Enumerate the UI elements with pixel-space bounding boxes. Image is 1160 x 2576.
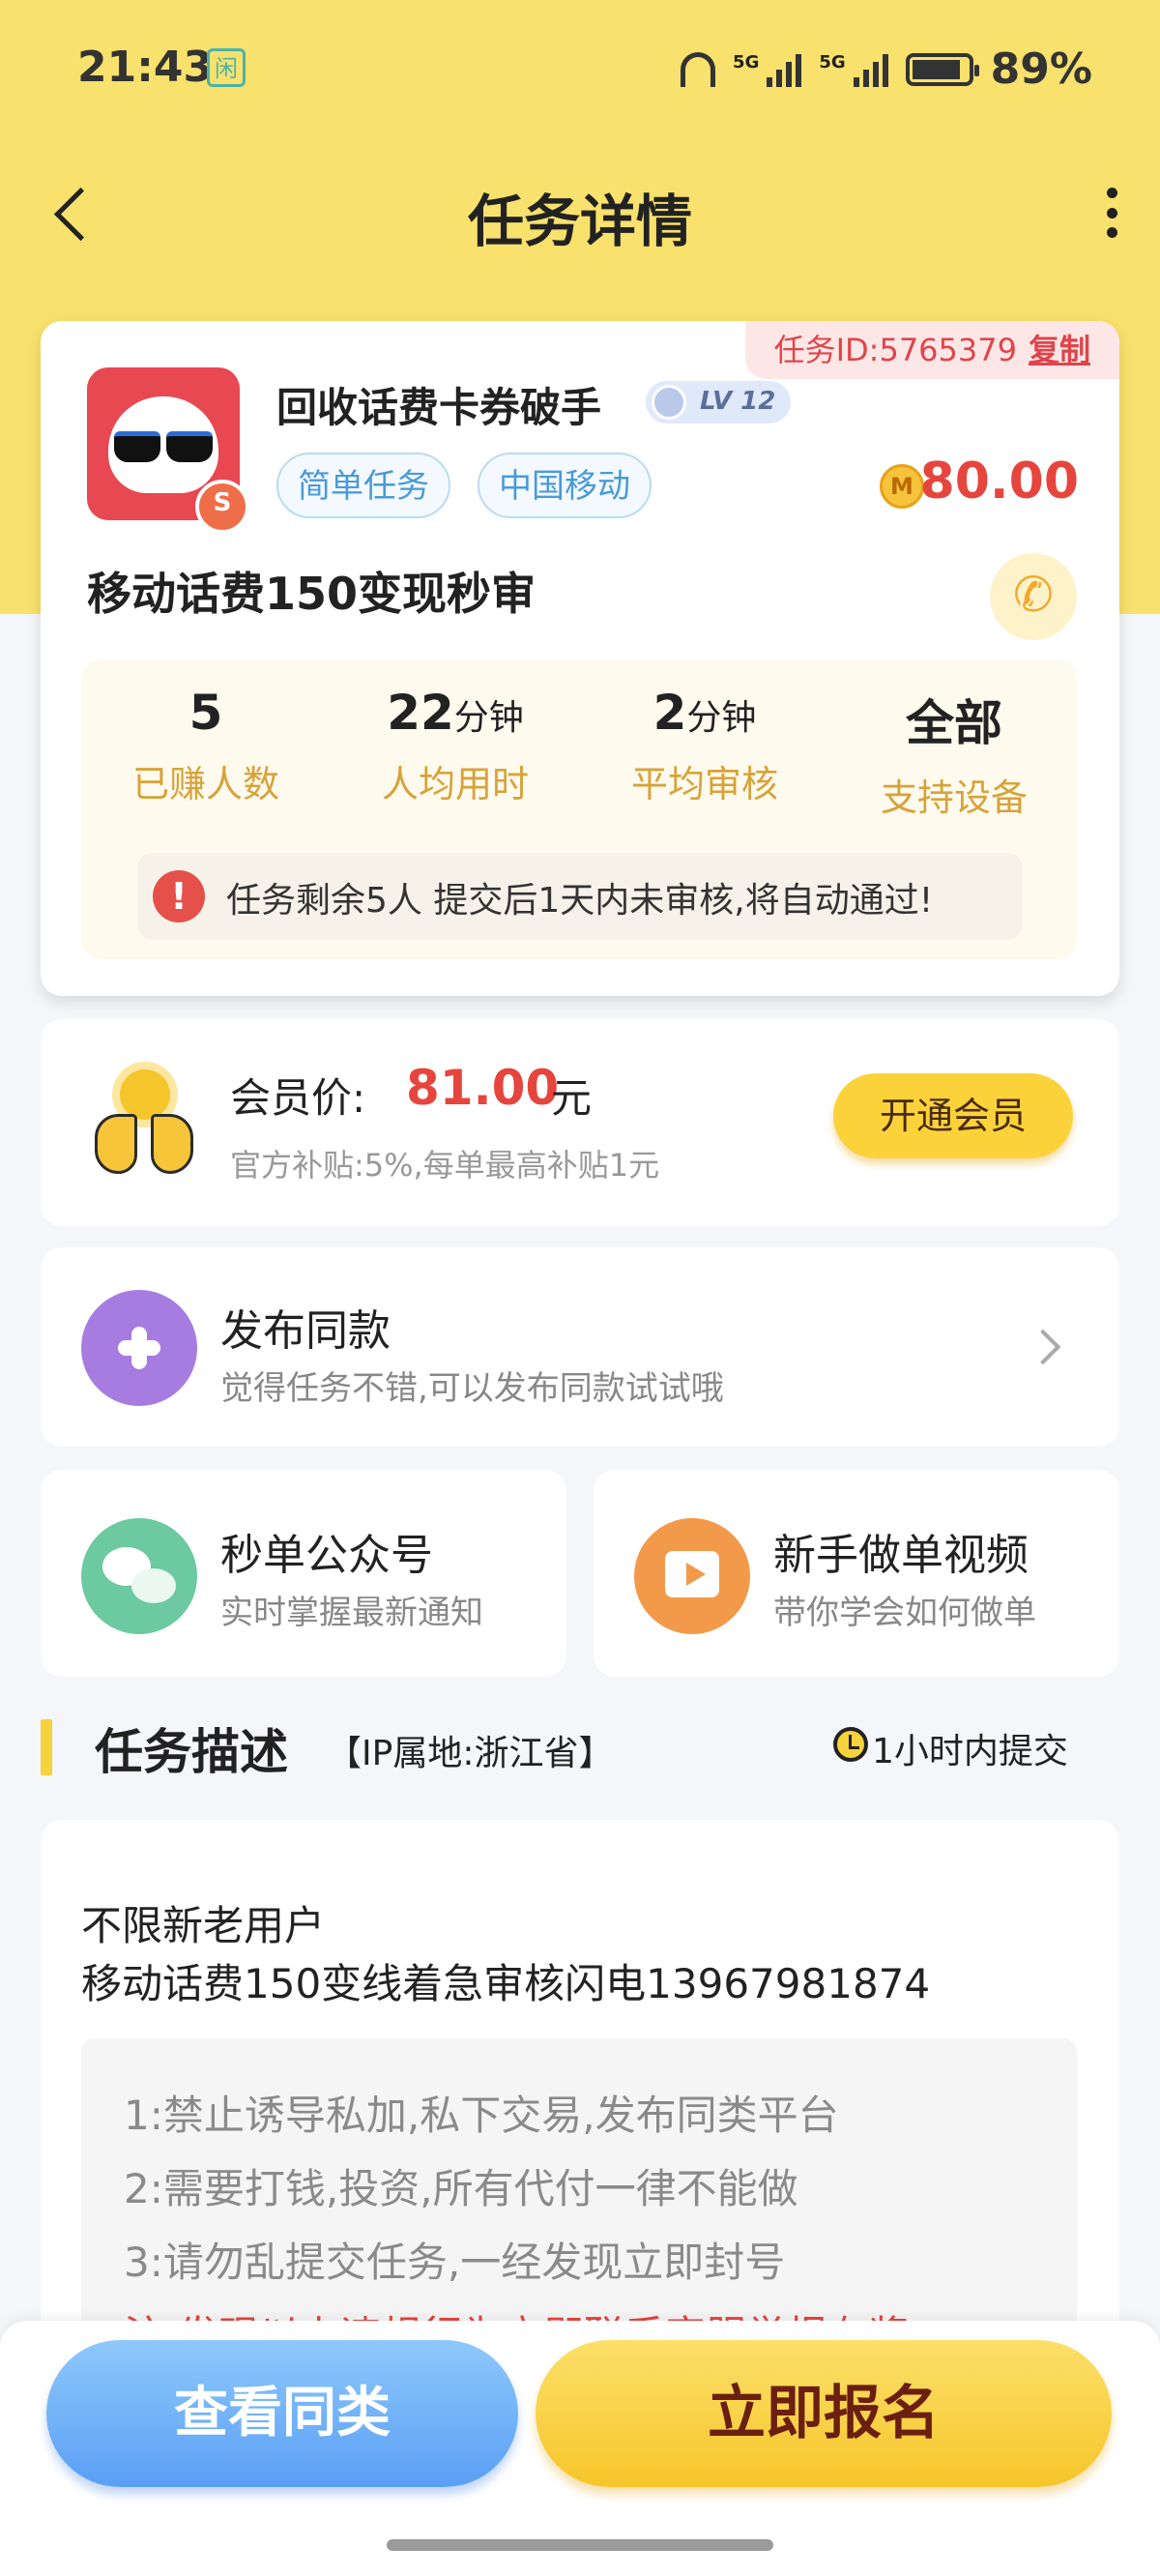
wechat-official-account-card[interactable]: 秒单公众号 实时掌握最新通知 — [41, 1470, 566, 1677]
shop-name: 回收话费卡券破手 — [276, 384, 602, 431]
verified-shop-icon: S — [195, 480, 249, 534]
wechat-subtitle: 实时掌握最新通知 — [220, 1594, 483, 1632]
section-title: 任务描述 — [95, 1724, 288, 1780]
subsidy-hands-icon — [91, 1069, 197, 1176]
status-bar: 21:43 闲 5G 5G 89% — [0, 0, 1160, 145]
chevron-right-icon — [1025, 1329, 1061, 1365]
navigation-bar: 任务详情 — [0, 164, 1160, 261]
wechat-title: 秒单公众号 — [220, 1531, 433, 1580]
wechat-icon — [81, 1518, 197, 1634]
clock-icon — [833, 1727, 868, 1762]
task-title: 移动话费150变现秒审 — [87, 568, 536, 620]
rules-box: 1:禁止诱导私加,私下交易,发布同类平台 2:需要打钱,投资,所有代付一律不能做… — [81, 2038, 1077, 2361]
submit-deadline: 1小时内提交 — [872, 1732, 1068, 1771]
headphone-icon — [681, 51, 716, 87]
medal-icon — [652, 385, 686, 420]
task-summary-card: 任务ID:5765379 复制 S 回收话费卡券破手 LV 12 简单任务 中国移… — [41, 321, 1119, 996]
bottom-action-bar: 查看同类 立即报名 — [0, 2321, 1160, 2576]
page-title: 任务详情 — [467, 189, 692, 254]
signal-icon-2: 5G — [819, 52, 888, 87]
rule-item: 1:禁止诱导私加,私下交易,发布同类平台 — [124, 2092, 839, 2139]
publish-title: 发布同款 — [220, 1306, 391, 1356]
signal-icon-1: 5G — [733, 52, 802, 87]
view-similar-button[interactable]: 查看同类 — [46, 2340, 518, 2487]
member-subsidy-text: 官方补贴:5%,每单最高补贴1元 — [230, 1147, 660, 1184]
task-id: 任务ID:5765379 复制 — [744, 321, 1119, 379]
stat-devices: 全部 支持设备 — [880, 695, 1028, 819]
member-price-label: 会员价: — [230, 1074, 366, 1122]
level-text: LV 12 — [700, 387, 776, 416]
task-description-header: 任务描述 【IP属地:浙江省】 1小时内提交 — [0, 1713, 1160, 1781]
battery-icon — [905, 52, 979, 86]
task-notice: ! 任务剩余5人 提交后1天内未审核,将自动通过! — [137, 853, 1023, 940]
coin-icon: M — [880, 464, 924, 509]
tutorial-video-card[interactable]: 新手做单视频 带你学会如何做单 — [594, 1470, 1119, 1677]
battery-percent: 89% — [990, 44, 1092, 94]
publish-subtitle: 觉得任务不错,可以发布同款试试哦 — [220, 1369, 724, 1408]
open-membership-button[interactable]: 开通会员 — [833, 1073, 1073, 1158]
ip-location: 【IP属地:浙江省】 — [327, 1734, 614, 1773]
home-indicator[interactable] — [387, 2539, 773, 2551]
stat-avg-time: 22分钟 人均用时 — [381, 685, 529, 805]
sign-up-button[interactable]: 立即报名 — [536, 2340, 1112, 2487]
video-title: 新手做单视频 — [773, 1531, 1029, 1580]
app-notification-icon: 闲 — [207, 48, 246, 87]
status-time: 21:43 — [77, 43, 214, 92]
description-line: 不限新老用户 — [81, 1902, 326, 1949]
video-play-icon — [634, 1518, 750, 1634]
task-description-card: 不限新老用户 移动话费150变线着急审核闪电13967981874 1:禁止诱导… — [41, 1820, 1119, 2361]
stat-earned-count: 5 已赚人数 — [131, 685, 279, 805]
notice-text: 任务剩余5人 提交后1天内未审核,将自动通过! — [226, 881, 934, 921]
publish-same-card[interactable]: 发布同款 觉得任务不错,可以发布同款试试哦 — [41, 1247, 1119, 1447]
phone-icon[interactable] — [990, 553, 1077, 640]
tag-simple-task: 简单任务 — [276, 453, 450, 518]
video-subtitle: 带你学会如何做单 — [773, 1594, 1036, 1632]
member-price-unit: 元 — [551, 1074, 593, 1122]
rule-item: 3:请勿乱提交任务,一经发现立即封号 — [124, 2239, 786, 2286]
task-reward: 80.00 — [919, 453, 1079, 511]
task-id-label: 任务ID:5765379 — [773, 332, 1017, 368]
section-accent-bar — [41, 1719, 52, 1775]
rule-item: 2:需要打钱,投资,所有代付一律不能做 — [124, 2165, 798, 2212]
tag-china-mobile: 中国移动 — [478, 453, 652, 518]
description-line: 移动话费150变线着急审核闪电13967981874 — [81, 1960, 931, 2007]
member-price: 81.00 — [406, 1060, 560, 1116]
stat-avg-review: 2分钟 平均审核 — [630, 685, 778, 805]
more-options-icon[interactable] — [1092, 184, 1131, 242]
shop-avatar: S — [87, 367, 249, 534]
copy-task-id-button[interactable]: 复制 — [1029, 332, 1090, 368]
status-icons: 5G 5G 89% — [681, 44, 1092, 94]
task-stats: 5 已赚人数 22分钟 人均用时 2分钟 平均审核 全部 支持设备 ! 任务剩余… — [81, 659, 1077, 959]
warning-icon: ! — [153, 870, 205, 922]
member-price-card: 会员价: 81.00 元 官方补贴:5%,每单最高补贴1元 开通会员 — [41, 1019, 1119, 1226]
plus-icon — [81, 1290, 197, 1406]
level-badge: LV 12 — [646, 381, 791, 424]
